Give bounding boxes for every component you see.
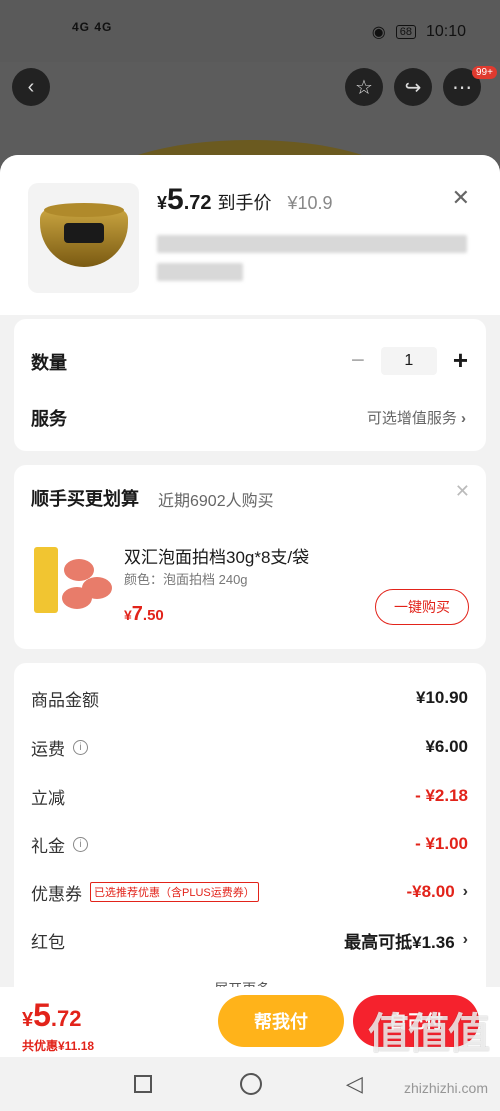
plus-button[interactable]: + <box>453 345 468 376</box>
sausage-slice <box>62 587 92 609</box>
shipping-row: 运费 i ¥6.00 <box>31 734 468 760</box>
purchase-sheet: ¥ 5 .72 到手价 ¥10.9 ✕ 数量 − 1 + 服务 可选增值服务 ›… <box>0 155 500 1111</box>
shipping-label: 运费 <box>31 739 65 759</box>
coupon-label: 优惠券 <box>31 884 82 904</box>
addon-price-integer: 7 <box>131 603 143 625</box>
eye-icon: ◉ <box>371 24 386 41</box>
chevron-right-icon: › <box>461 410 466 427</box>
back-arrow-icon[interactable]: ‹ <box>12 68 50 106</box>
price-line: ¥ 5 .72 到手价 ¥10.9 <box>157 183 333 217</box>
shipping-value: ¥6.00 <box>425 737 468 756</box>
discount-value: - ¥2.18 <box>415 786 468 805</box>
coupon-value: -¥8.00 <box>406 882 455 901</box>
sheet-header: ¥ 5 .72 到手价 ¥10.9 ✕ <box>0 155 500 315</box>
addon-title: 顺手买更划算 <box>31 489 139 509</box>
gift-label: 礼金 <box>31 836 65 856</box>
info-icon[interactable]: i <box>73 836 88 852</box>
total-price: ¥ 5 .72 <box>22 997 82 1034</box>
discount-row: 立减 - ¥2.18 <box>31 783 468 809</box>
message-badge: 99+ <box>472 66 497 79</box>
quantity-stepper: − 1 + <box>351 345 468 376</box>
status-right: ◉ 68 10:10 <box>372 22 466 42</box>
clock: 10:10 <box>425 23 466 40</box>
addon-subtitle: 近期6902人购买 <box>158 493 274 510</box>
gift-value: - ¥1.00 <box>415 834 468 853</box>
watermark: 值值值 <box>367 1010 490 1057</box>
coupon-tag: 已选推荐优惠（含PLUS运费券） <box>90 882 259 902</box>
addon-product-spec: 颜色：泡面拍档 240g <box>124 572 248 587</box>
redpack-value: 最高可抵¥1.36 <box>344 932 455 952</box>
original-price: ¥10.9 <box>287 193 333 213</box>
recents-icon[interactable] <box>134 1075 152 1093</box>
coupon-row[interactable]: 优惠券 已选推荐优惠（含PLUS运费券） -¥8.00 › <box>31 879 468 905</box>
close-icon[interactable]: ✕ <box>455 481 470 502</box>
help-me-pay-button[interactable]: 帮我付 <box>218 995 344 1047</box>
price-integer: 5 <box>167 183 184 216</box>
status-bar: 4G 4G ◉ 68 10:10 <box>0 0 500 62</box>
total-decimal: .72 <box>50 1006 82 1031</box>
final-price-tag: 到手价 <box>217 193 272 213</box>
watermark-url: zhizhizhi.com <box>403 1080 488 1096</box>
star-icon[interactable]: ☆ <box>345 68 383 106</box>
price-currency: ¥ <box>157 193 168 213</box>
redpack-row[interactable]: 红包 最高可抵¥1.36 › <box>31 927 468 953</box>
chevron-right-icon: › <box>462 883 468 900</box>
total-savings: 共优惠¥11.18 <box>22 1039 95 1053</box>
battery-indicator: 68 <box>395 25 416 39</box>
signal-indicator: 4G 4G <box>72 20 113 34</box>
quantity-input[interactable]: 1 <box>380 346 437 375</box>
back-triangle-icon[interactable]: ◁ <box>346 1071 363 1097</box>
blurred-title <box>157 235 467 253</box>
addon-price: ¥ 7 .50 <box>124 603 164 626</box>
total-integer: 5 <box>33 997 51 1033</box>
info-icon[interactable]: i <box>73 739 88 755</box>
redpack-label: 红包 <box>31 932 65 952</box>
discount-label: 立减 <box>31 788 65 808</box>
product-thumbnail <box>28 183 139 293</box>
addon-card: 顺手买更划算 近期6902人购买 ✕ 双汇泡面拍档30g*8支/袋 颜色：泡面拍… <box>14 465 486 649</box>
addon-price-decimal: .50 <box>142 607 164 624</box>
sausage-product-image <box>34 547 116 613</box>
minus-button[interactable]: − <box>351 347 365 375</box>
service-label: 服务 <box>31 409 67 429</box>
quantity-card: 数量 − 1 + 服务 可选增值服务 › <box>14 319 486 451</box>
blurred-subtitle <box>157 263 243 281</box>
one-click-buy-button[interactable]: 一键购买 <box>375 589 469 625</box>
goods-amount-value: ¥10.90 <box>416 688 468 707</box>
share-icon[interactable]: ↪ <box>394 68 432 106</box>
service-selector[interactable]: 可选增值服务 › <box>367 407 466 428</box>
goods-amount-row: 商品金额 ¥10.90 <box>31 685 468 711</box>
quantity-label: 数量 <box>31 353 67 373</box>
fee-breakdown-card: 商品金额 ¥10.90 运费 i ¥6.00 立减 - ¥2.18 礼金 i - ¥… <box>14 663 486 1043</box>
home-icon[interactable] <box>240 1073 262 1095</box>
close-icon[interactable]: ✕ <box>452 185 470 211</box>
total-currency: ¥ <box>22 1009 34 1031</box>
noodle-bowl-image <box>39 203 128 267</box>
goods-amount-label: 商品金额 <box>31 690 99 710</box>
service-value: 可选增值服务 <box>366 410 457 427</box>
price-decimal: .72 <box>183 192 212 214</box>
addon-price-currency: ¥ <box>124 607 132 623</box>
addon-product-name: 双汇泡面拍档30g*8支/袋 <box>124 548 310 567</box>
sausage-pack <box>34 547 58 613</box>
gift-row: 礼金 i - ¥1.00 <box>31 831 468 857</box>
chevron-right-icon: › <box>462 931 468 948</box>
